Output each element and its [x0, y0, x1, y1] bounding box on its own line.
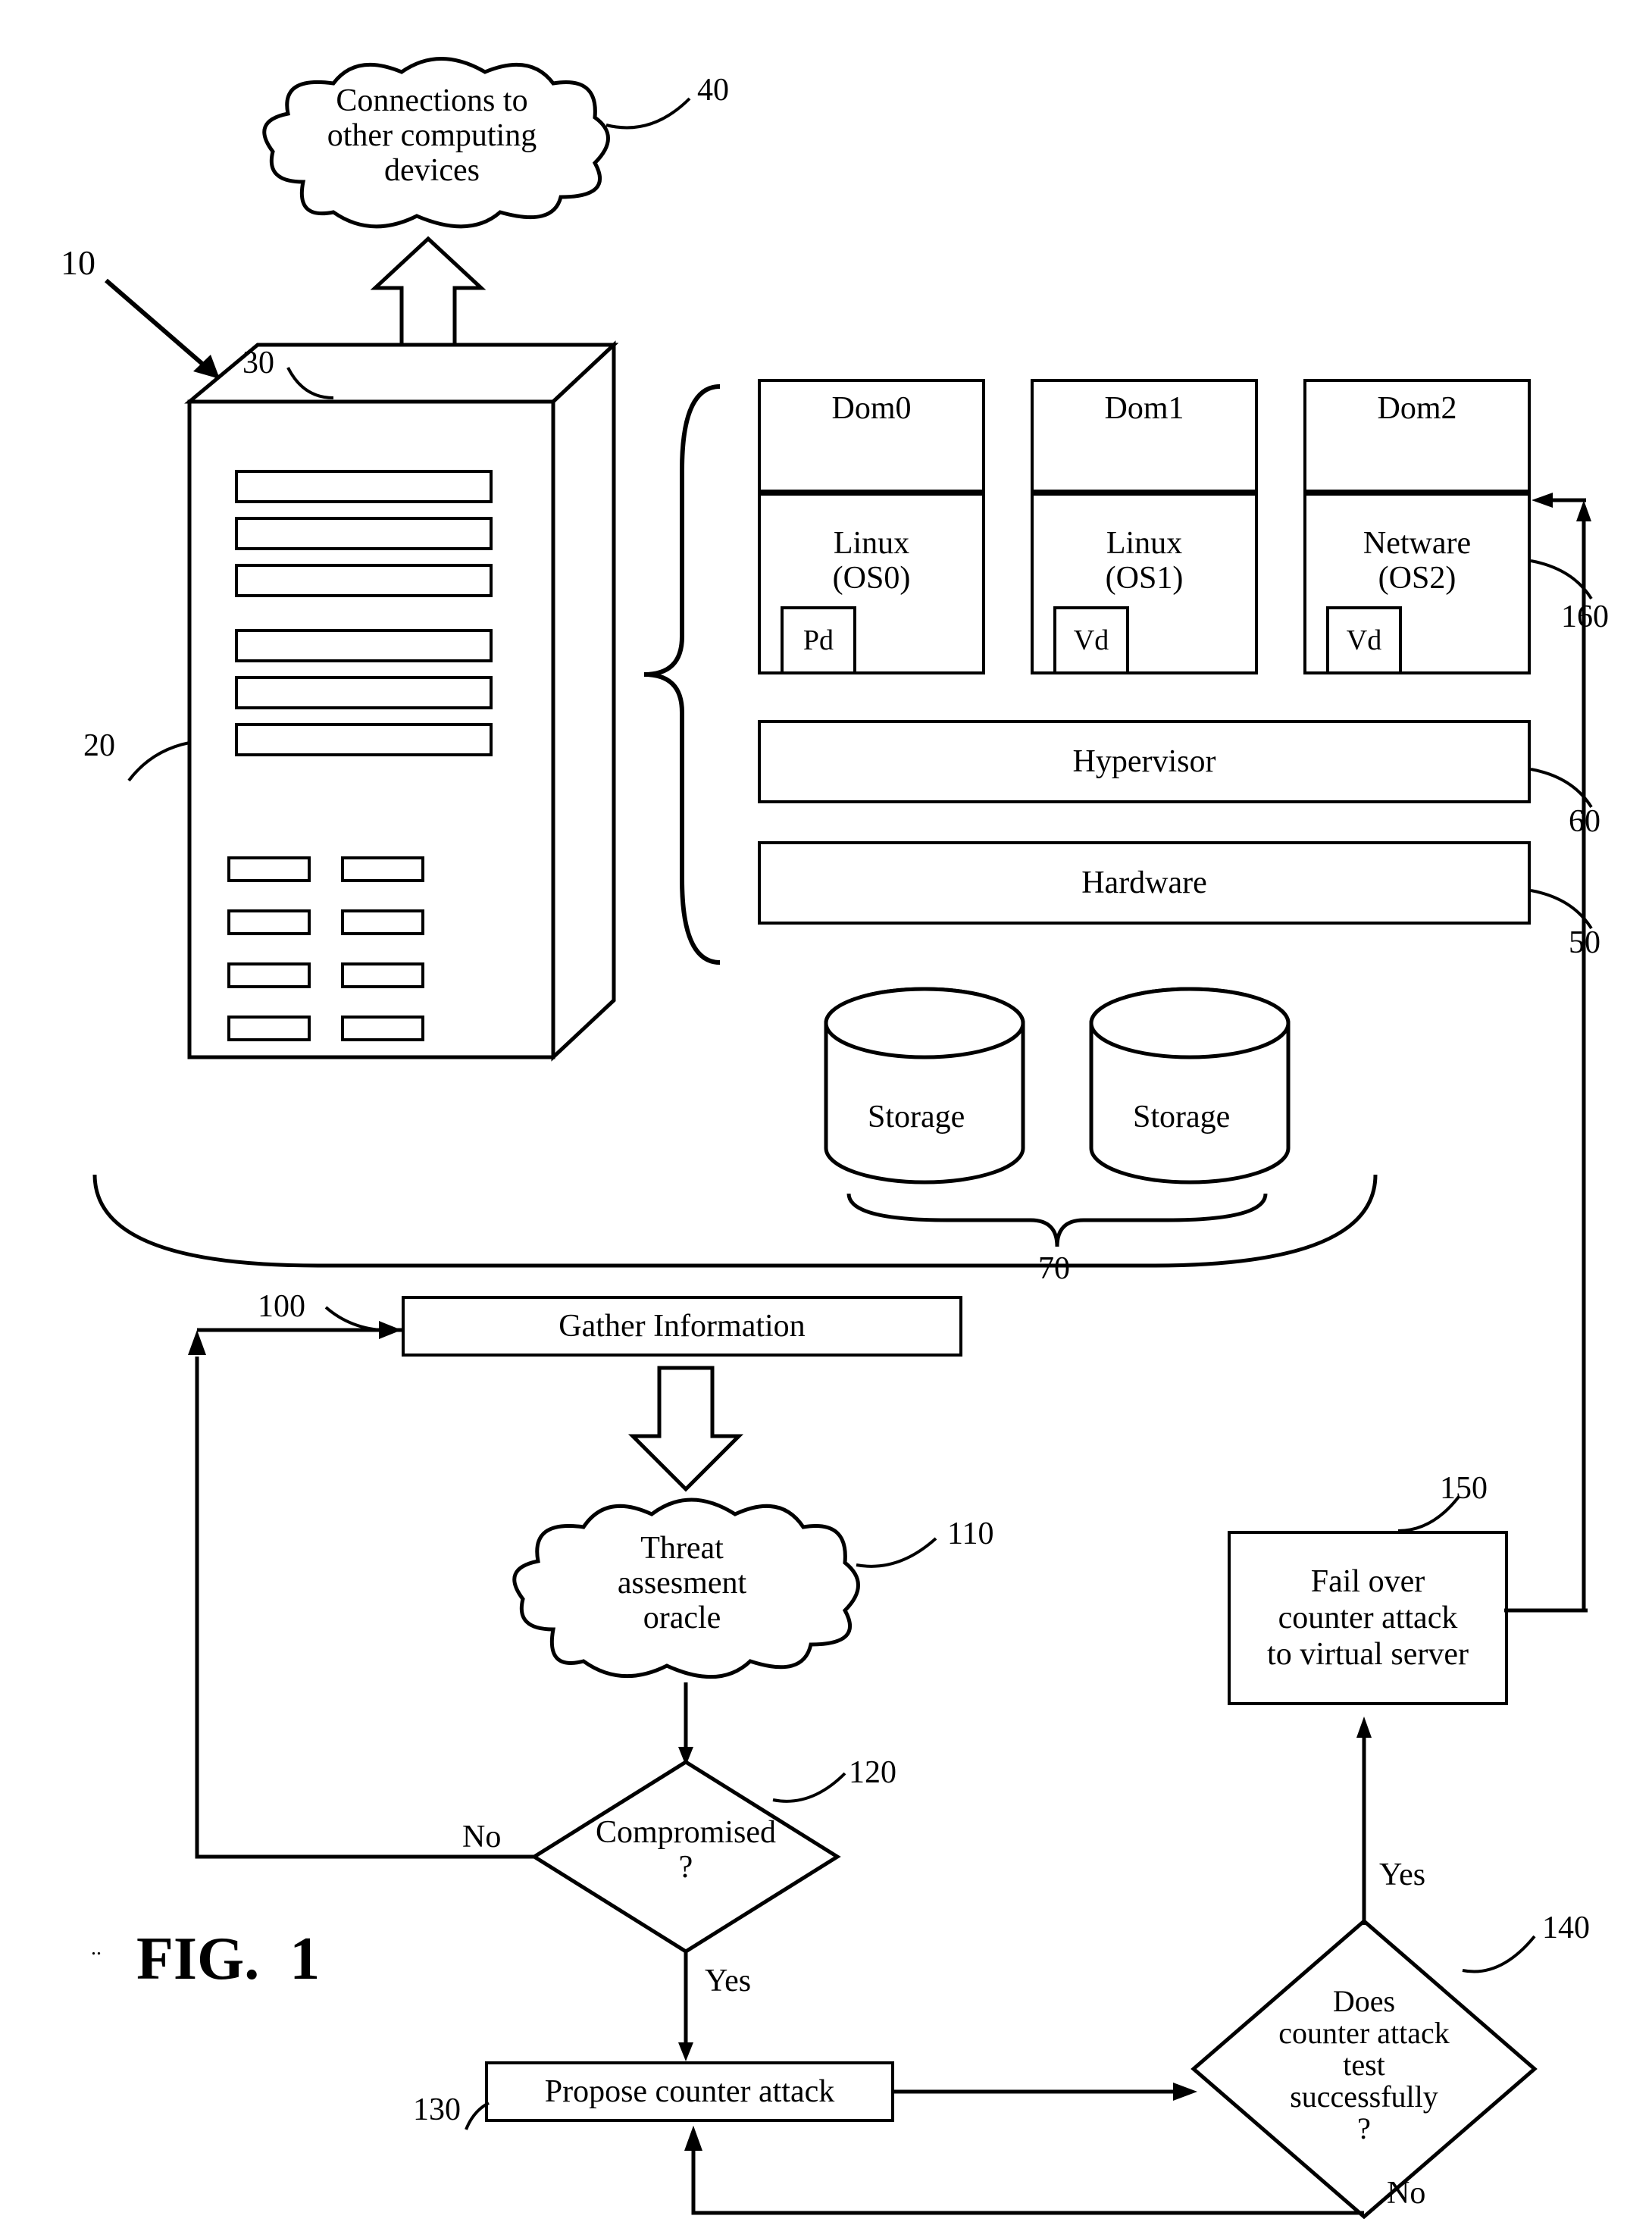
drive-slot [235, 676, 493, 709]
propose-text: Propose counter attack [545, 2073, 835, 2110]
leader-30 [280, 360, 341, 405]
threat-text: Threat assesment oracle [546, 1531, 818, 1636]
compromised-text: Compromised ? [568, 1815, 803, 1885]
ref-140: 140 [1542, 1910, 1590, 1946]
dom0-driver-text: Pd [803, 624, 834, 657]
figure-label: FIG. 1 [136, 1925, 320, 1994]
dom1-title-text: Dom1 [1105, 390, 1184, 427]
arrow-comp-to-propose [678, 1951, 693, 2061]
drive-slot [235, 470, 493, 503]
ref-120: 120 [849, 1754, 896, 1791]
dom1-os-text: Linux (OS1) [1106, 526, 1184, 596]
dom2-os-text: Netware (OS2) [1363, 526, 1471, 596]
server-button [227, 909, 311, 935]
failover-text: Fail over counter attack to virtual serv… [1267, 1563, 1469, 1673]
dom2-driver: Vd [1326, 606, 1402, 674]
ref-100: 100 [258, 1288, 305, 1325]
no-label-2: No [1387, 2175, 1425, 2211]
yes-label-1: Yes [705, 1963, 751, 1999]
drive-slot [235, 517, 493, 550]
leader-120 [769, 1766, 853, 1811]
path-no-loop [189, 1326, 538, 1864]
dom1-title: Dom1 [1031, 379, 1258, 493]
server-button [227, 1016, 311, 1041]
yes-label-2: Yes [1379, 1857, 1425, 1893]
server-button [341, 909, 424, 935]
server-button [341, 962, 424, 988]
dom0-title: Dom0 [758, 379, 985, 493]
storage-1-text: Storage [868, 1099, 965, 1135]
line-failover-right [1504, 1603, 1588, 1618]
storage-1 [818, 985, 1031, 1190]
dom0-driver: Pd [781, 606, 856, 674]
line-into-dom2 [1529, 493, 1586, 508]
test-text: Does counter attack test successfully ? [1228, 1986, 1500, 2145]
leader-130 [462, 2099, 500, 2133]
block-arrow-down [629, 1364, 743, 1493]
dom1-driver: Vd [1053, 606, 1129, 674]
arrow-threat-to-compromised [678, 1682, 693, 1766]
hardware-text: Hardware [1081, 865, 1207, 901]
dom1-driver-text: Vd [1074, 624, 1109, 657]
arrow-test-to-failover [1356, 1713, 1372, 1925]
brace [637, 379, 727, 970]
leader-140 [1459, 1929, 1542, 1982]
flow-top-feed [91, 1167, 1379, 1303]
hardware: Hardware [758, 841, 1531, 925]
ref-30: 30 [242, 345, 274, 381]
server-button [341, 856, 424, 882]
server-button [227, 856, 311, 882]
arrow-propose-to-test [894, 2080, 1197, 2103]
dom0-os-text: Linux (OS0) [833, 526, 911, 596]
server-button [227, 962, 311, 988]
gather-text: Gather Information [558, 1308, 805, 1344]
dots: .. [91, 1936, 102, 1961]
hypervisor: Hypervisor [758, 720, 1531, 803]
storage-2-text: Storage [1133, 1099, 1230, 1135]
dom0-title-text: Dom0 [832, 390, 912, 427]
no-return [678, 2122, 1375, 2220]
leader-110 [853, 1531, 943, 1576]
drive-slot [235, 564, 493, 597]
server-button [341, 1016, 424, 1041]
ref-10: 10 [61, 243, 95, 283]
dom2-driver-text: Vd [1347, 624, 1381, 657]
ref-130: 130 [413, 2092, 461, 2128]
drive-slot [235, 723, 493, 756]
leader-20 [121, 735, 197, 788]
dom2-title: Dom2 [1303, 379, 1531, 493]
hypervisor-text: Hypervisor [1073, 743, 1216, 780]
ref-20: 20 [83, 728, 115, 764]
drive-slot [235, 629, 493, 662]
cloud-connections-text: Connections to other computing devices [280, 83, 584, 189]
ref-110: 110 [947, 1516, 993, 1552]
failover-box: Fail over counter attack to virtual serv… [1228, 1531, 1508, 1705]
leader-40 [606, 91, 697, 136]
line-failover-to-dom2 [1576, 496, 1591, 1610]
propose-box: Propose counter attack [485, 2061, 894, 2122]
dom2-title-text: Dom2 [1378, 390, 1457, 427]
leader-150 [1394, 1493, 1463, 1535]
storage-2 [1084, 985, 1296, 1190]
ref-40: 40 [697, 72, 729, 108]
